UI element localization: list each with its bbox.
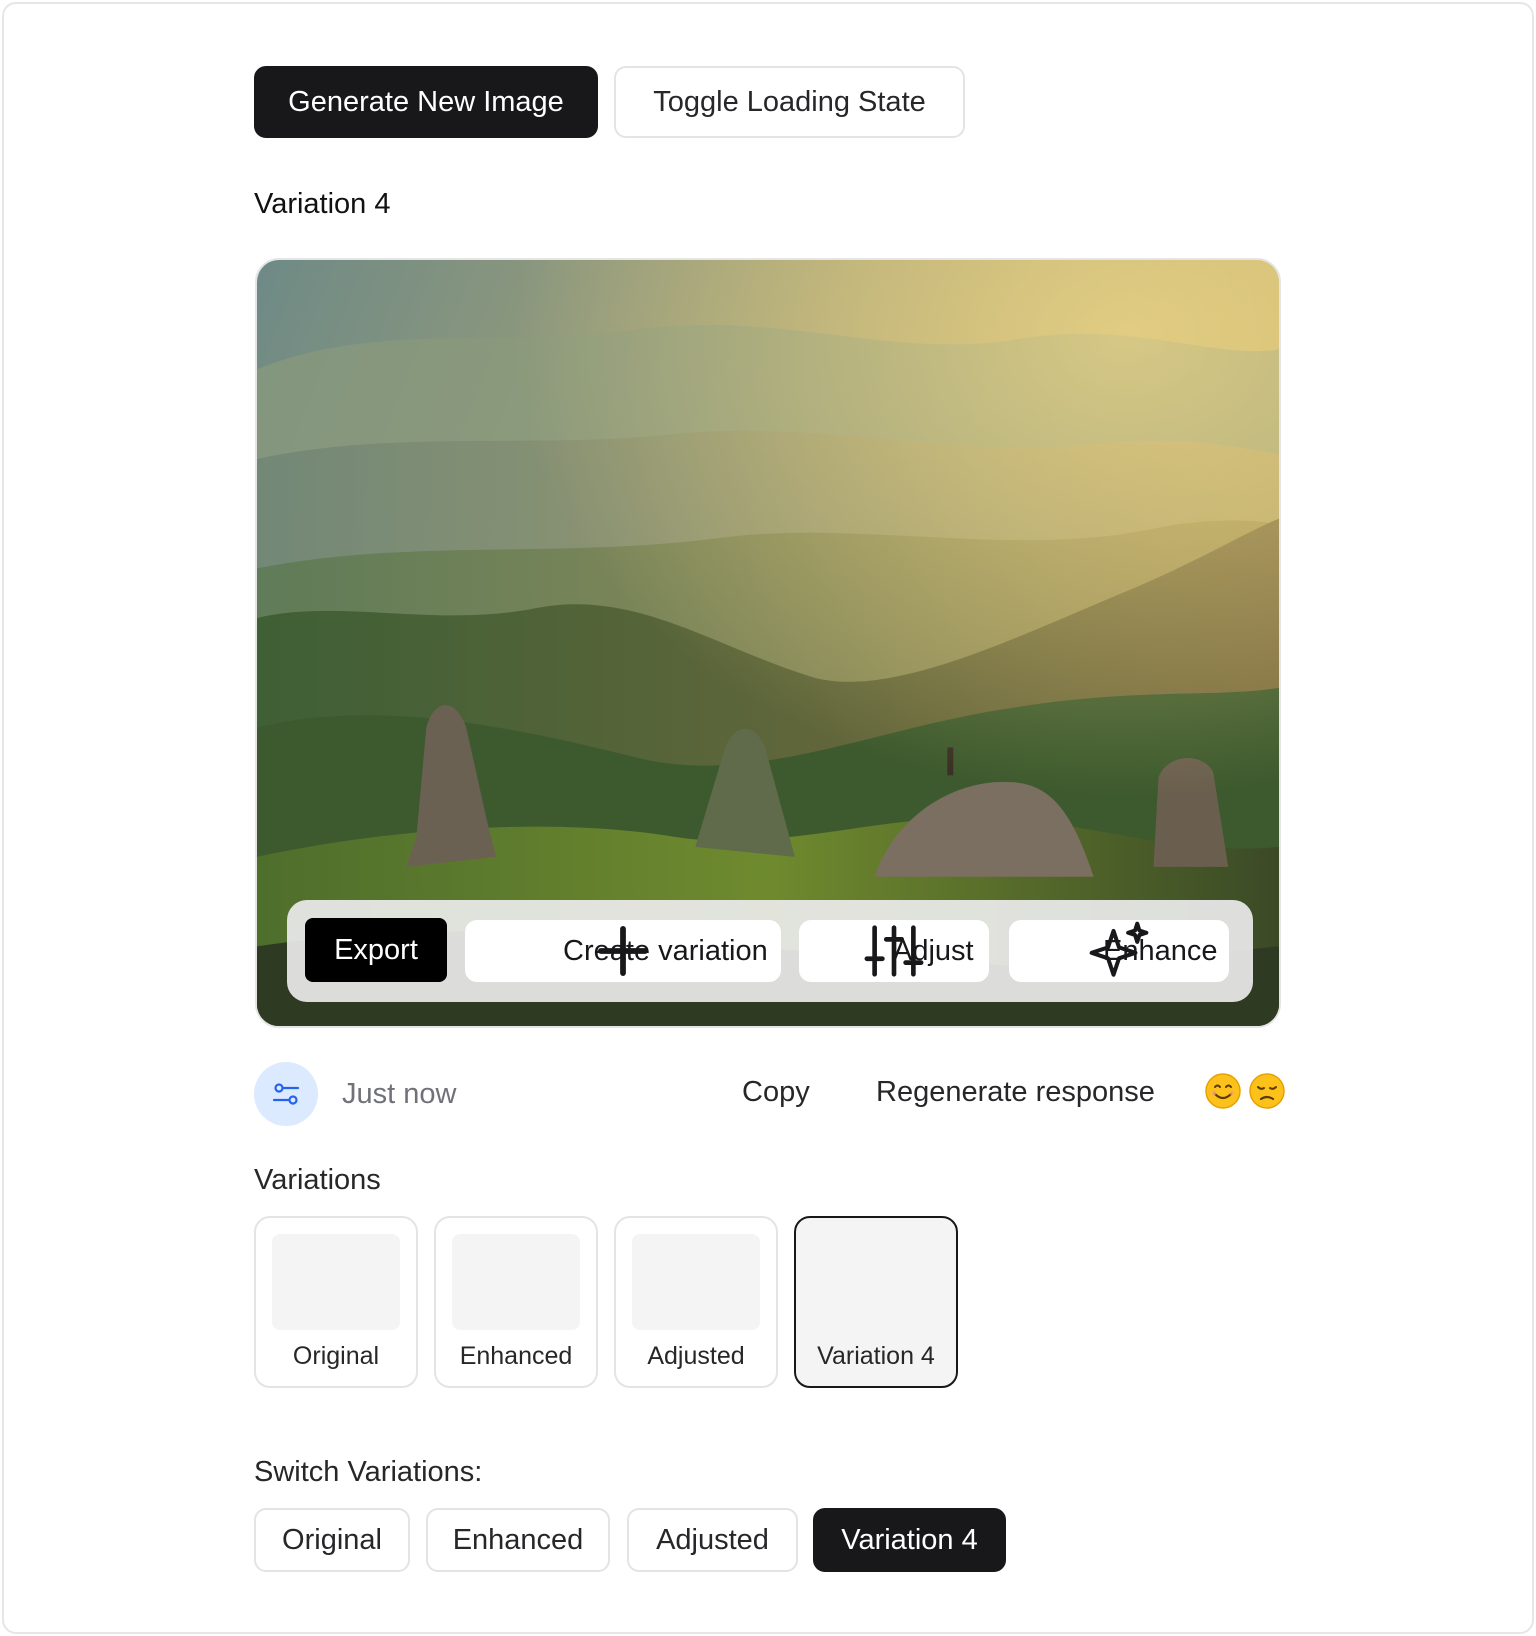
message-meta-row: Just now Copy Regenerate response bbox=[254, 1062, 1286, 1126]
variation-thumbnail bbox=[452, 1234, 580, 1330]
variation-thumbnail bbox=[812, 1234, 940, 1330]
variation-card-label: Variation 4 bbox=[817, 1342, 935, 1370]
adjust-button[interactable]: Adjust bbox=[799, 920, 989, 982]
variations-heading: Variations bbox=[254, 1164, 381, 1196]
switch-option-enhanced[interactable]: Enhanced bbox=[426, 1508, 610, 1572]
variation-card-adjusted[interactable]: Adjusted bbox=[614, 1216, 778, 1388]
switch-option-adjusted[interactable]: Adjusted bbox=[627, 1508, 798, 1572]
generated-image-card: Export Create variation Adjust Enhance bbox=[255, 258, 1281, 1028]
generate-new-image-button[interactable]: Generate New Image bbox=[254, 66, 598, 138]
copy-button[interactable]: Copy bbox=[742, 1076, 810, 1109]
sparkle-icon bbox=[1027, 921, 1149, 977]
switch-variations-heading: Switch Variations: bbox=[254, 1456, 483, 1488]
variation-card-variation-4[interactable]: Variation 4 bbox=[794, 1216, 958, 1388]
image-toolbar: Export Create variation Adjust Enhance bbox=[287, 900, 1253, 1002]
image-title: Variation 4 bbox=[254, 188, 391, 220]
plus-icon bbox=[481, 925, 649, 977]
variation-thumbnail bbox=[632, 1234, 760, 1330]
export-label: Export bbox=[334, 933, 418, 966]
pensive-emoji-icon[interactable] bbox=[1248, 1072, 1286, 1110]
export-button[interactable]: Export bbox=[305, 918, 447, 982]
variation-card-label: Enhanced bbox=[459, 1342, 573, 1370]
settings-toggle-icon[interactable] bbox=[254, 1062, 318, 1126]
variation-thumbnail bbox=[272, 1234, 400, 1330]
variation-card-label: Adjusted bbox=[647, 1342, 745, 1370]
variation-card-enhanced[interactable]: Enhanced bbox=[434, 1216, 598, 1388]
switch-option-original[interactable]: Original bbox=[254, 1508, 410, 1572]
toggle-loading-state-button[interactable]: Toggle Loading State bbox=[614, 66, 965, 138]
variation-card-original[interactable]: Original bbox=[254, 1216, 418, 1388]
smile-emoji-icon[interactable] bbox=[1204, 1072, 1242, 1110]
variation-card-label: Original bbox=[292, 1342, 380, 1370]
timestamp: Just now bbox=[342, 1078, 457, 1110]
enhance-button[interactable]: Enhance bbox=[1009, 920, 1229, 982]
sliders-icon bbox=[817, 925, 924, 977]
switch-option-variation-4[interactable]: Variation 4 bbox=[813, 1508, 1006, 1572]
regenerate-response-button[interactable]: Regenerate response bbox=[876, 1076, 1155, 1109]
create-variation-button[interactable]: Create variation bbox=[465, 920, 781, 982]
